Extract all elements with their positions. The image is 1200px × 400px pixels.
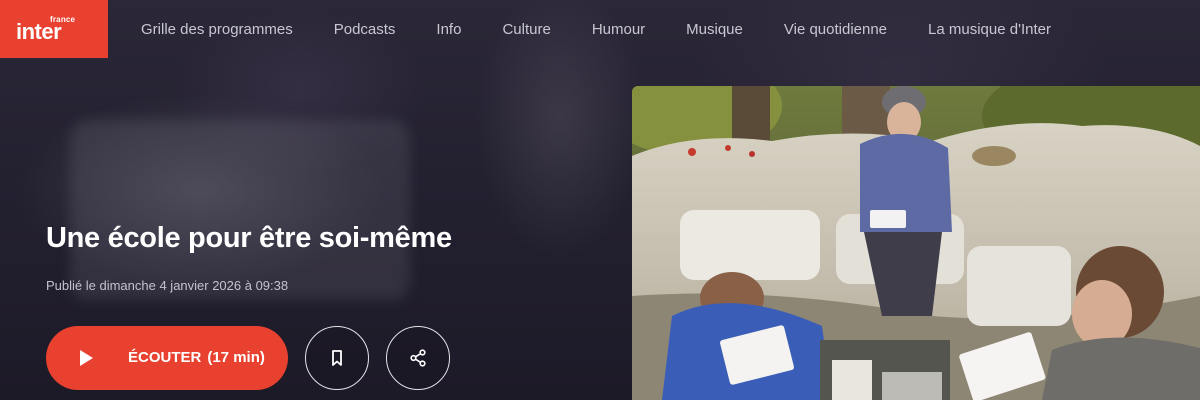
nav-item-grille[interactable]: Grille des programmes bbox=[141, 21, 293, 38]
main-nav: Grille des programmes Podcasts Info Cult… bbox=[141, 0, 1051, 58]
bookmark-icon bbox=[332, 350, 342, 366]
listen-label: ÉCOUTER (17 min) bbox=[128, 349, 265, 366]
top-navigation: france inter Grille des programmes Podca… bbox=[0, 0, 1200, 58]
episode-photo bbox=[632, 86, 1200, 400]
share-icon bbox=[410, 349, 426, 367]
listen-duration: (17 min) bbox=[207, 349, 265, 366]
episode-title: Une école pour être soi-même bbox=[46, 222, 452, 254]
nav-item-humour[interactable]: Humour bbox=[592, 21, 645, 38]
listen-text: ÉCOUTER bbox=[128, 349, 202, 366]
nav-item-podcasts[interactable]: Podcasts bbox=[334, 21, 396, 38]
publication-date: Publié le dimanche 4 janvier 2026 à 09:3… bbox=[46, 278, 289, 293]
episode-photo-illustration bbox=[632, 86, 1200, 400]
logo-main-text: inter bbox=[16, 18, 62, 44]
play-icon bbox=[80, 350, 93, 366]
france-inter-logo[interactable]: france inter bbox=[0, 0, 108, 58]
listen-button[interactable]: ÉCOUTER (17 min) bbox=[46, 326, 288, 390]
share-button[interactable] bbox=[386, 326, 450, 390]
nav-item-vie-quotidienne[interactable]: Vie quotidienne bbox=[784, 21, 887, 38]
nav-item-info[interactable]: Info bbox=[436, 21, 461, 38]
nav-item-culture[interactable]: Culture bbox=[502, 21, 550, 38]
nav-item-musique-inter[interactable]: La musique d'Inter bbox=[928, 21, 1051, 38]
nav-item-musique[interactable]: Musique bbox=[686, 21, 743, 38]
bookmark-button[interactable] bbox=[305, 326, 369, 390]
